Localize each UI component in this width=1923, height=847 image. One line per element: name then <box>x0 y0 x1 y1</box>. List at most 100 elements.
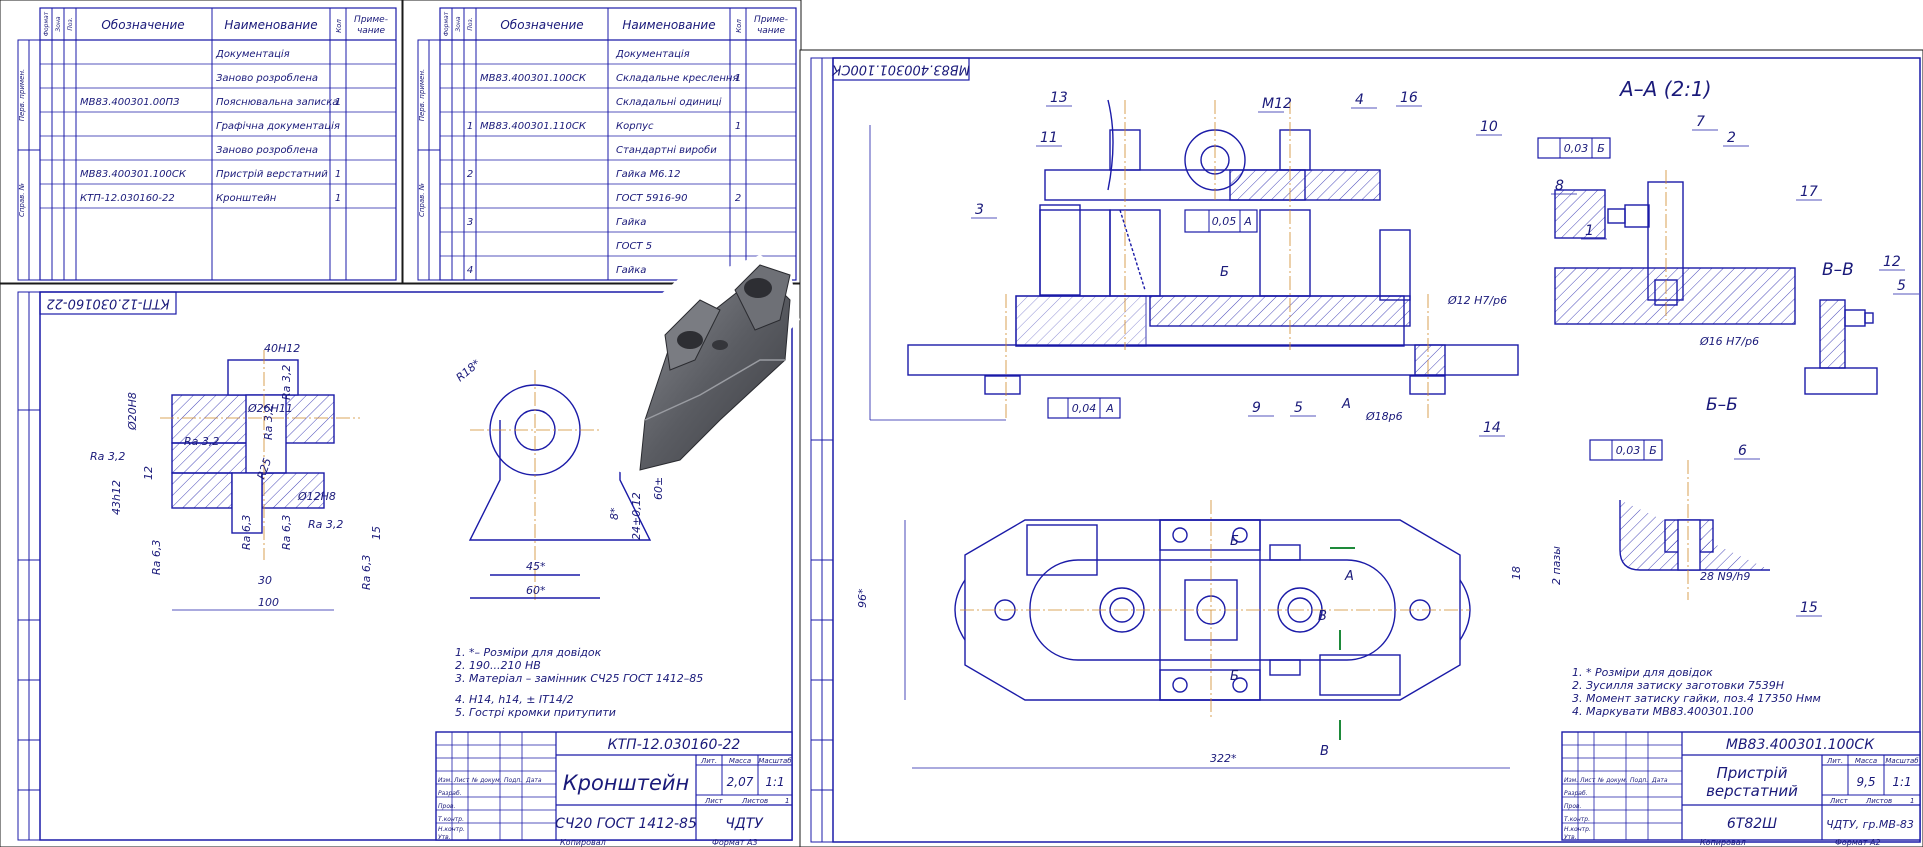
callout-2: 2 <box>1727 130 1736 146</box>
dim-60: 60* <box>526 584 546 597</box>
callout-6: 6 <box>1738 443 1747 459</box>
assembly-copied: Копировал <box>1700 838 1746 847</box>
part-note-2: 2. 190...210 НВ <box>455 659 541 672</box>
dim-ra-9: Ra 3,2 <box>308 518 343 531</box>
part-title-scale-label: Масштаб <box>758 757 792 765</box>
dim-ra-4: Ra 3,2 <box>262 405 275 440</box>
spec-left-header-format: Формат <box>43 11 50 36</box>
part-title-sheets-label: Листов <box>741 797 768 805</box>
spec-right-row-name: Складальне креслення <box>616 73 738 84</box>
callout-3: 3 <box>975 202 984 218</box>
assembly-title-chg-0: Изм. <box>1564 777 1578 784</box>
dim-ra-1: Ra 3,2 <box>184 435 219 448</box>
spec-left-header-zone: Зона <box>55 16 62 31</box>
part-title-scale: 1:1 <box>765 775 784 789</box>
dim-322: 322* <box>1210 752 1237 765</box>
spec-right-header-note: Приме-чание <box>754 15 788 36</box>
part-title-name: Кронштейн <box>563 771 690 795</box>
tol-value-3: 0,03 <box>1564 142 1589 155</box>
part-code-rotated: КТП-12.030160-22 <box>46 296 169 311</box>
tol-value-4: 0,03 <box>1616 444 1641 457</box>
section-aa-title: А–А (2:1) <box>1618 77 1712 101</box>
part-format: Формат А3 <box>712 838 758 847</box>
part-title-code: КТП-12.030160-22 <box>608 737 741 753</box>
tol-base-4: Б <box>1649 444 1657 457</box>
spec-left-header-designation: Обозначение <box>101 18 184 32</box>
part-title-sheet-label: Лист <box>704 797 724 805</box>
dim-20h8: Ø20Н8 <box>126 392 139 431</box>
spec-left-side-1: Перв. примен. <box>18 69 26 122</box>
callout-13: 13 <box>1050 90 1068 106</box>
spec-left-row-qty: 1 <box>335 193 341 204</box>
dim-24: 24±0,12 <box>630 492 643 540</box>
spec-sheet-right <box>402 0 802 284</box>
part-title-role-1: Пров. <box>438 803 456 810</box>
assembly-title-org: ЧДТУ, гр.МВ-83 <box>1826 818 1914 831</box>
drawing-sheet: Документація Заново розроблена МВ83.400301… <box>0 0 1923 847</box>
dim-ra-8: Ra 6,3 <box>360 555 373 590</box>
assembly-title-block: МВ83.400301.100СК Пристрій верстатний 6Т… <box>1561 731 1921 847</box>
assembly-title-name-2: верстатний <box>1706 782 1798 800</box>
spec-right-row-name: Гайка <box>616 265 646 276</box>
marker-v-2: В <box>1320 744 1329 759</box>
part-title-role-2: Т.контр. <box>438 816 464 823</box>
assembly-title-mass: 9,5 <box>1856 775 1875 789</box>
dim-2-slots: 2 пазы <box>1550 546 1563 585</box>
assembly-code-rotated: МВ83.400301.100СК <box>831 62 969 77</box>
tol-value-2: 0,04 <box>1072 402 1097 415</box>
part-title-chg-2: № докум. <box>471 777 502 784</box>
spec-right-row-qty: 2 <box>735 193 741 204</box>
dim-12: 12 <box>142 466 155 480</box>
spec-right-row-designation: МВ83.400301.110СК <box>480 121 587 132</box>
tol-base-1: А <box>1243 215 1252 228</box>
part-title-block: КТП-12.030160-22 Кронштейн СЧ20 ГОСТ 141… <box>435 731 793 847</box>
part-note-4: 4. Н14, h14, ± IT14/2 <box>455 693 574 706</box>
assembly-note-3: 3. Момент затиску гайки, поз.4 17350 Нмм <box>1572 692 1821 705</box>
spec-right-side-2: Справ. № <box>418 183 426 217</box>
spec-right-row-name: Стандартні вироби <box>616 144 717 156</box>
callout-М12: М12 <box>1262 96 1292 112</box>
part-title-role-0: Разраб. <box>438 790 462 797</box>
spec-left-row-name: Заново розроблена <box>216 144 318 156</box>
callout-15: 15 <box>1800 600 1818 616</box>
callout-10: 10 <box>1480 119 1498 135</box>
dim-ra-6: Ra 6,3 <box>240 515 253 550</box>
dim-12h8: Ø12Н8 <box>297 490 336 503</box>
spec-right-row-pos: 4 <box>467 265 473 276</box>
assembly-title-chg-3: Подп. <box>1630 777 1648 784</box>
marker-b-1: Б <box>1220 265 1229 280</box>
spec-left-row-name: Заново розроблена <box>216 72 318 84</box>
section-vv-title: В–В <box>1822 260 1854 280</box>
callout-16: 16 <box>1400 90 1418 106</box>
spec-left-side-2: Справ. № <box>18 183 26 217</box>
spec-sheet-left <box>0 0 403 284</box>
part-title-mass: 2,07 <box>727 775 754 789</box>
marker-a-1: А <box>1341 397 1351 412</box>
marker-b-3: Б <box>1230 669 1239 684</box>
spec-right-row-name: ГОСТ 5916-90 <box>616 193 688 204</box>
assembly-title-sheets: 1 <box>1910 797 1914 805</box>
tol-base-3: Б <box>1597 142 1605 155</box>
assembly-title-name-1: Пристрій <box>1717 764 1788 782</box>
dim-16h7: Ø16 Н7/р6 <box>1699 335 1759 348</box>
spec-right-header-name: Наименование <box>622 18 715 32</box>
dim-ra-7: Ra 6,3 <box>280 515 293 550</box>
assembly-note-2: 2. Зусилля затиску заготовки 7539Н <box>1572 679 1784 692</box>
part-title-mass-label: Масса <box>729 757 751 765</box>
spec-left-row-designation: МВ83.400301.00ПЗ <box>80 97 180 108</box>
spec-left-row-designation: КТП-12.030160-22 <box>80 193 175 204</box>
part-note-5: 5. Гострі кромки притупити <box>455 706 616 719</box>
part-title-chg-4: Дата <box>525 777 542 784</box>
dim-100: 100 <box>258 596 279 609</box>
spec-right-row-designation: МВ83.400301.100СК <box>480 73 587 84</box>
assembly-format: Формат А2 <box>1835 838 1881 847</box>
spec-left-row-qty: 1 <box>335 97 341 108</box>
part-title-material: СЧ20 ГОСТ 1412-85 <box>555 816 697 832</box>
assembly-note-4: 4. Маркувати МВ83.400301.100 <box>1572 705 1754 718</box>
spec-right-header-zone: Зона <box>455 16 462 31</box>
spec-left-header-qty: Кол <box>335 19 343 33</box>
callout-5: 5 <box>1897 278 1906 294</box>
spec-right-row-pos: 2 <box>467 169 473 180</box>
dim-ra-2: Ra 3,2 <box>90 450 125 463</box>
dim-40h12: 40Н12 <box>264 342 300 355</box>
